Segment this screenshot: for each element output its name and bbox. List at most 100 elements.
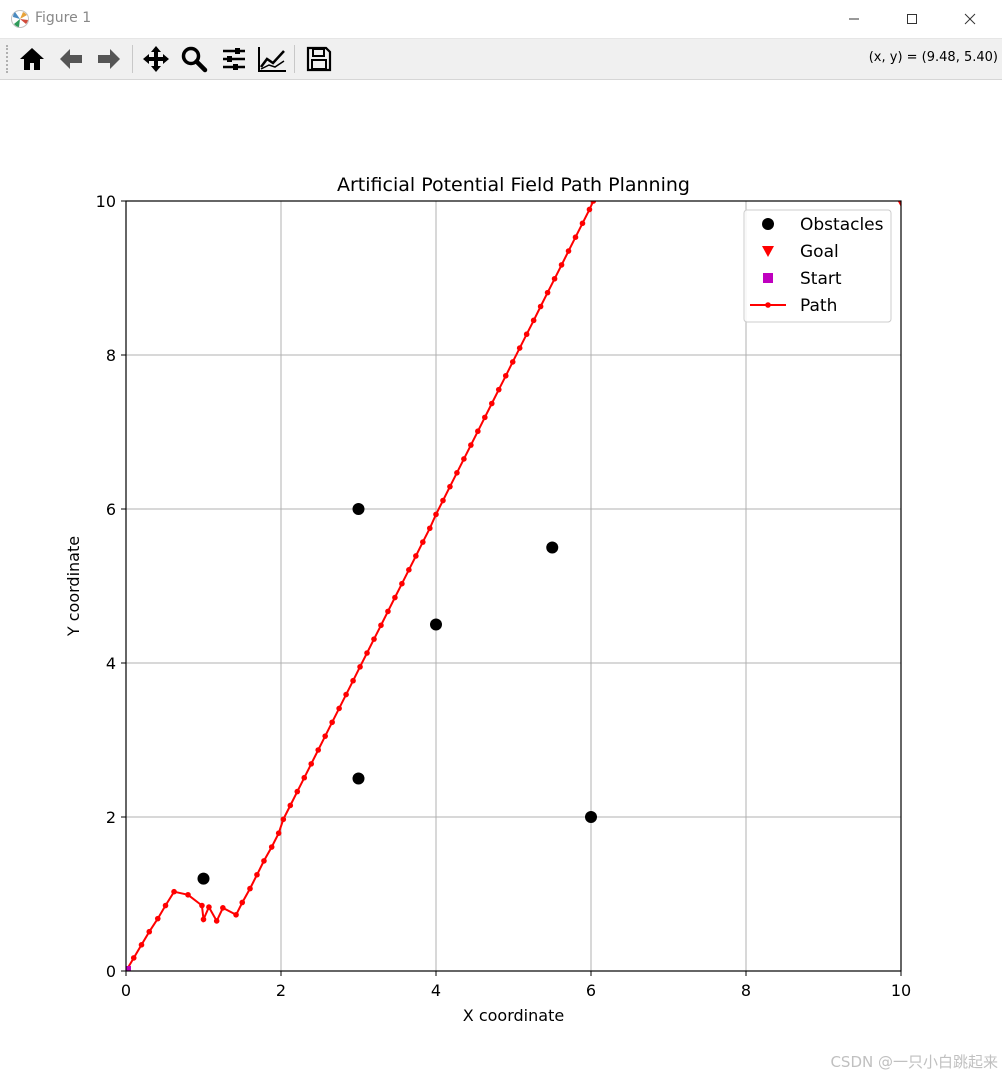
legend-label: Start xyxy=(800,269,842,289)
path-point xyxy=(475,428,481,435)
path-point xyxy=(171,888,177,895)
path-point xyxy=(294,788,301,795)
path-point xyxy=(206,904,212,910)
path-point xyxy=(551,275,558,282)
figure-canvas[interactable]: 0 2 4 6 8 10 0 2 4 6 8 10 Artificial Potential Field… xyxy=(0,80,1002,1080)
path-point xyxy=(558,262,565,268)
path-point xyxy=(200,916,207,923)
path-point xyxy=(433,511,439,518)
path-point xyxy=(185,891,191,898)
toolbar-separator xyxy=(294,45,295,73)
obstacle-marker xyxy=(352,503,365,515)
path-point xyxy=(146,928,153,935)
watermark: CSDN @一只小白跳起来 xyxy=(830,1053,998,1071)
save-button[interactable] xyxy=(303,43,335,75)
cursor-coordinates: (x, y) = (9.48, 5.40) xyxy=(868,50,998,65)
path-point xyxy=(420,539,426,545)
path-point xyxy=(130,955,137,961)
chart-title: Artificial Potential Field Path Planning xyxy=(337,174,690,196)
y-tick-label: 8 xyxy=(106,346,116,365)
path-point xyxy=(537,303,544,310)
minimize-icon xyxy=(849,18,859,20)
matplotlib-logo-icon xyxy=(11,10,29,28)
path-point xyxy=(509,359,516,365)
path-point xyxy=(138,942,145,948)
path-point xyxy=(301,774,308,781)
obstacle-marker xyxy=(585,811,597,823)
path-point xyxy=(239,899,246,906)
path-point xyxy=(261,858,267,864)
path-point xyxy=(495,386,502,393)
path-point xyxy=(523,331,530,338)
path-point xyxy=(254,871,260,878)
path-point xyxy=(468,442,474,448)
y-tick-label: 10 xyxy=(96,192,116,211)
path-point xyxy=(154,915,161,922)
path-point xyxy=(440,497,446,504)
path-point xyxy=(385,608,391,615)
legend: Obstacles Goal Start Path xyxy=(743,209,892,323)
path-point xyxy=(572,234,579,240)
path-point xyxy=(364,650,370,656)
obstacle-marker xyxy=(546,541,559,554)
path-point xyxy=(280,816,287,823)
path-point xyxy=(336,705,342,712)
path-point xyxy=(454,470,460,476)
back-arrow-icon xyxy=(60,49,82,69)
path-point xyxy=(489,400,495,407)
legend-marker-obstacles xyxy=(762,218,774,230)
path-point xyxy=(350,677,356,684)
y-tick-label: 6 xyxy=(106,500,116,519)
path-point xyxy=(233,911,239,918)
subplots-button[interactable] xyxy=(218,43,250,75)
path-point xyxy=(315,747,322,753)
home-button[interactable] xyxy=(16,43,48,75)
path-point xyxy=(579,220,586,227)
x-tick-label: 10 xyxy=(891,981,911,1000)
forward-arrow-icon xyxy=(98,49,120,69)
pan-button[interactable] xyxy=(140,43,172,75)
close-button[interactable] xyxy=(942,0,998,38)
path-point xyxy=(406,567,412,573)
path-point xyxy=(399,580,405,587)
path-point xyxy=(308,761,315,767)
legend-marker-path-dot xyxy=(765,302,771,308)
path-point xyxy=(322,733,328,739)
path-point xyxy=(502,372,509,379)
minimize-button[interactable] xyxy=(826,0,882,38)
axes-edit-button[interactable] xyxy=(256,43,288,75)
path-point xyxy=(378,622,384,629)
y-tick-label: 0 xyxy=(106,962,116,981)
x-tick-label: 0 xyxy=(121,981,131,1000)
zoom-button[interactable] xyxy=(178,43,210,75)
path-point xyxy=(392,594,398,601)
window-title: Figure 1 xyxy=(35,10,92,26)
legend-label: Path xyxy=(800,296,837,316)
maximize-button[interactable] xyxy=(884,0,940,38)
path-point xyxy=(413,553,419,559)
x-tick-label: 2 xyxy=(276,981,286,1000)
path-point xyxy=(447,483,453,490)
path-point xyxy=(268,844,275,850)
y-tick-label: 2 xyxy=(106,808,116,827)
path-point xyxy=(329,719,335,726)
pan-icon xyxy=(143,46,169,72)
navigation-toolbar xyxy=(0,39,1002,80)
obstacle-marker xyxy=(352,772,365,785)
toolbar-grip[interactable] xyxy=(6,45,10,73)
obstacle-marker xyxy=(430,618,442,631)
path-point xyxy=(357,664,363,670)
x-tick-label: 6 xyxy=(586,981,596,1000)
x-tick-label: 4 xyxy=(431,981,441,1000)
back-button[interactable] xyxy=(55,43,87,75)
path-point xyxy=(530,317,537,324)
path-point xyxy=(371,636,377,642)
home-icon xyxy=(20,48,44,70)
forward-button[interactable] xyxy=(93,43,125,75)
path-point xyxy=(162,902,169,909)
path-point xyxy=(213,918,220,924)
path-point xyxy=(482,414,488,421)
path-point xyxy=(287,802,294,809)
zoom-icon xyxy=(181,46,208,73)
path-point xyxy=(247,885,253,892)
